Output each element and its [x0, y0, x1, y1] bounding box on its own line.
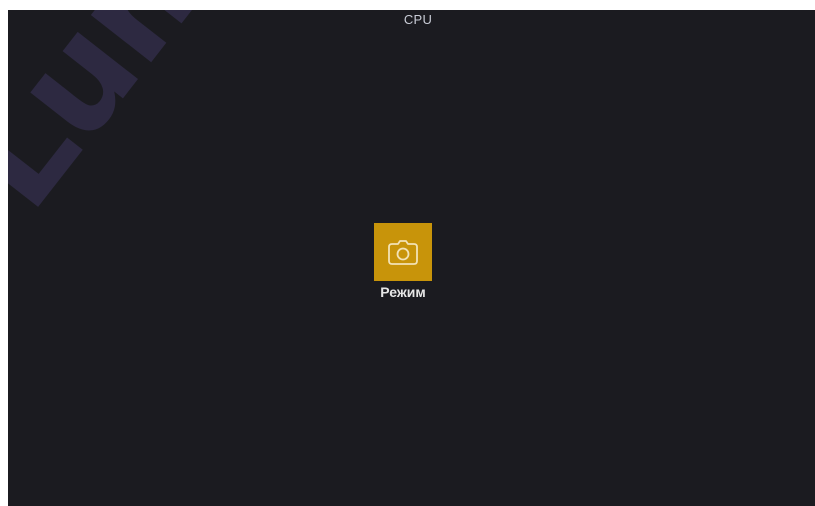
watermark-text: Lumatek	[8, 10, 470, 238]
screen-title: CPU	[403, 12, 433, 27]
mode-button-label: Режим	[380, 284, 426, 300]
brand-watermark: Lumatek	[8, 10, 470, 500]
mode-button[interactable]	[374, 223, 432, 281]
screen-frame: Lumatek CPU Режим	[8, 10, 815, 506]
camera-icon	[387, 239, 419, 265]
